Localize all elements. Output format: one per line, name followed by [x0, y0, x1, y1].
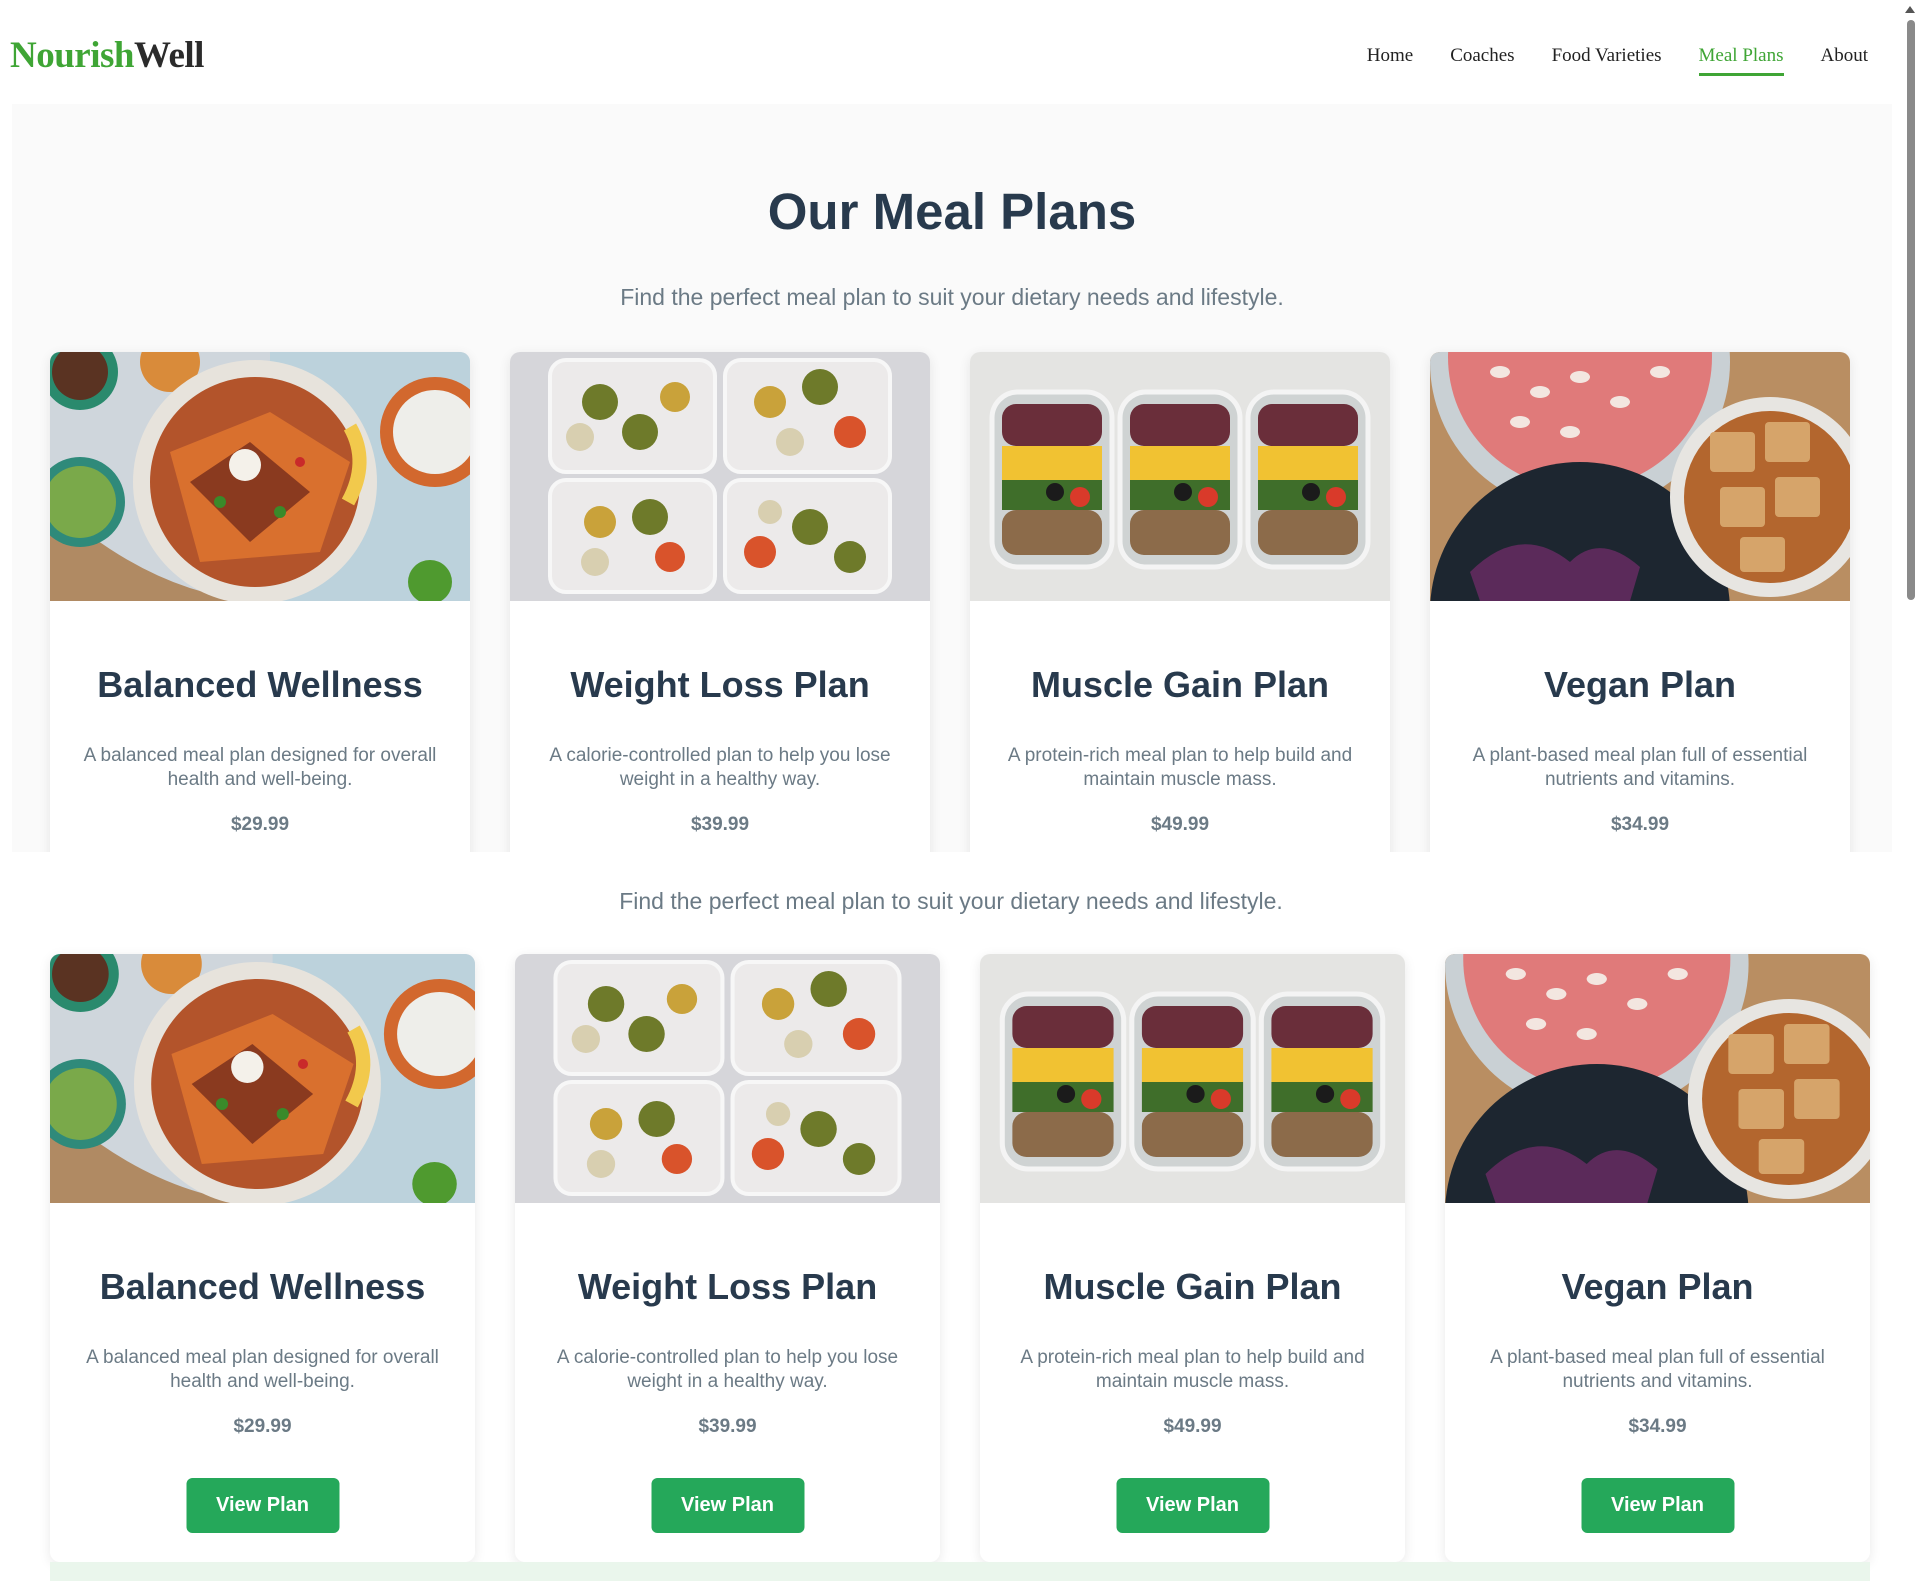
plan-description: A calorie-controlled plan to help you lo… — [556, 1347, 899, 1392]
plan-price: $39.99 — [690, 814, 750, 835]
footer-strip — [50, 1562, 1870, 1581]
nav-home[interactable]: Home — [1367, 45, 1413, 76]
plan-description: A protein-rich meal plan to help build a… — [1020, 1347, 1365, 1392]
page-subtitle: Find the perfect meal plan to suit your … — [620, 284, 1284, 310]
plan-name: Vegan Plan — [1561, 1266, 1754, 1307]
plan-description: A calorie-controlled plan to help you lo… — [549, 745, 891, 790]
main-nav: Home Coaches Food Varieties Meal Plans A… — [1367, 45, 1868, 76]
plan-description: A balanced meal plan designed for overal… — [86, 1347, 439, 1392]
plan-name: Balanced Wellness — [99, 1266, 426, 1307]
plan-name: Weight Loss Plan — [570, 664, 870, 705]
plan-image-muscle-gain — [980, 954, 1405, 1203]
scrollbar[interactable] — [1902, 0, 1920, 1581]
view-plan-button[interactable]: View Plan — [1116, 1478, 1269, 1533]
nav-about[interactable]: About — [1821, 45, 1869, 76]
plan-description: A protein-rich meal plan to help build a… — [1007, 745, 1353, 790]
plan-card-vegan: Vegan Plan A plant-based meal plan full … — [1445, 954, 1870, 1562]
plan-card-muscle-gain: Muscle Gain Plan A protein-rich meal pla… — [970, 352, 1390, 852]
logo[interactable]: NourishWell — [10, 34, 204, 77]
plan-price: $39.99 — [698, 1416, 757, 1437]
logo-text-well: Well — [133, 35, 204, 76]
logo-text-nourish: Nourish — [10, 35, 134, 76]
plan-description: A plant-based meal plan full of essentia… — [1472, 745, 1808, 790]
plan-card-vegan: Vegan Plan A plant-based meal plan full … — [1430, 352, 1850, 852]
view-plan-button[interactable]: View Plan — [186, 1478, 339, 1533]
plan-name: Muscle Gain Plan — [1030, 664, 1330, 705]
plan-price: $34.99 — [1610, 814, 1670, 835]
nav-food-varieties[interactable]: Food Varieties — [1552, 45, 1662, 76]
plan-price: $49.99 — [1150, 814, 1210, 835]
nav-coaches[interactable]: Coaches — [1450, 45, 1514, 76]
view-plan-button[interactable]: View Plan — [1581, 1478, 1734, 1533]
page-title: Our Meal Plans — [767, 183, 1137, 240]
plan-card-balanced-wellness: Balanced Wellness A balanced meal plan d… — [50, 954, 475, 1562]
plan-price: $29.99 — [230, 814, 290, 835]
plan-image-balanced-wellness — [50, 352, 470, 601]
plan-price: $29.99 — [233, 1416, 292, 1437]
plan-price: $49.99 — [1163, 1416, 1222, 1437]
meal-plans-section: Our Meal Plans Find the perfect meal pla… — [12, 104, 1892, 852]
site-header: NourishWell Home Coaches Food Varieties … — [0, 0, 1902, 104]
plan-name: Balanced Wellness — [97, 664, 423, 705]
plan-card-weight-loss: Weight Loss Plan A calorie-controlled pl… — [515, 954, 940, 1562]
plan-name: Vegan Plan — [1543, 664, 1737, 705]
plan-price: $34.99 — [1628, 1416, 1687, 1437]
plan-card-balanced-wellness: Balanced Wellness A balanced meal plan d… — [50, 352, 470, 852]
plan-description: A plant-based meal plan full of essentia… — [1490, 1347, 1825, 1392]
nav-meal-plans[interactable]: Meal Plans — [1698, 45, 1784, 76]
plan-card-weight-loss: Weight Loss Plan A calorie-controlled pl… — [510, 352, 930, 852]
plan-image-weight-loss — [510, 352, 930, 601]
scroll-thumb[interactable] — [1907, 20, 1915, 600]
plan-image-muscle-gain — [970, 352, 1390, 601]
meal-plans-section-2: Find the perfect meal plan to suit your … — [0, 852, 1902, 1581]
view-plan-button[interactable]: View Plan — [651, 1478, 804, 1533]
plan-name: Muscle Gain Plan — [1043, 1266, 1342, 1307]
scroll-up-arrow-icon[interactable] — [1905, 6, 1915, 13]
plan-image-weight-loss — [515, 954, 940, 1203]
plan-card-muscle-gain: Muscle Gain Plan A protein-rich meal pla… — [980, 954, 1405, 1562]
plan-image-balanced-wellness — [50, 954, 475, 1203]
section2-subtitle: Find the perfect meal plan to suit your … — [619, 888, 1283, 914]
plan-description: A balanced meal plan designed for overal… — [83, 745, 437, 790]
plan-image-vegan — [1430, 352, 1850, 601]
plan-name: Weight Loss Plan — [577, 1266, 878, 1307]
plan-image-vegan — [1445, 954, 1870, 1203]
